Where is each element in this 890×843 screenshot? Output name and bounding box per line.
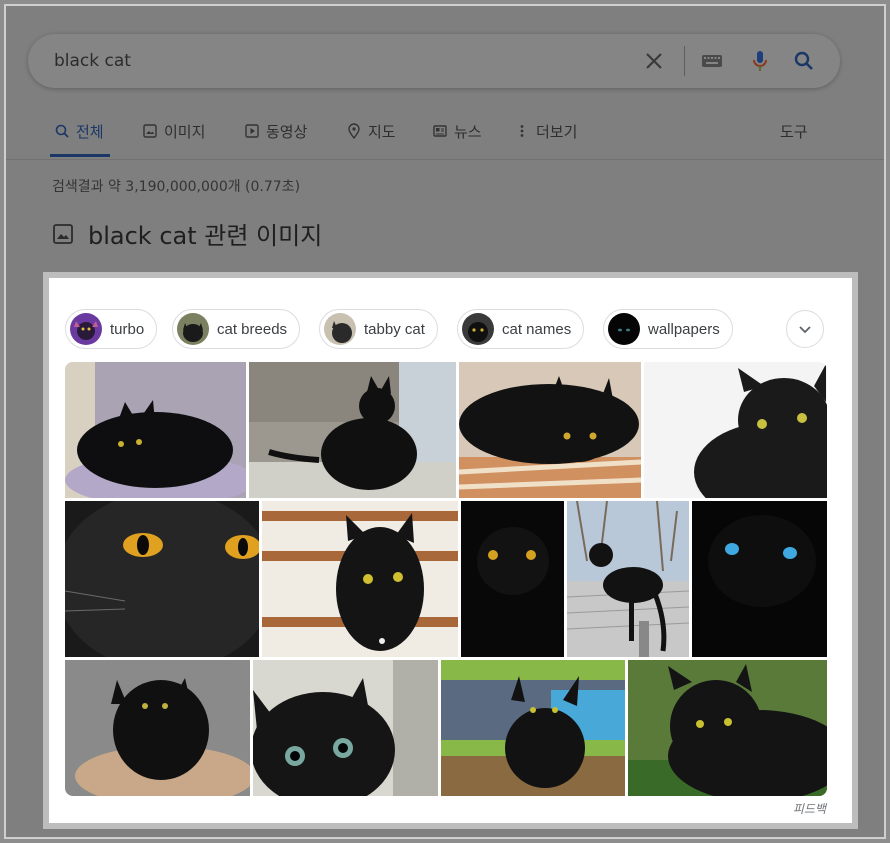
- tab-all[interactable]: 전체: [54, 118, 104, 144]
- chip-cat-breeds[interactable]: cat breeds: [172, 309, 301, 349]
- chip-turbo[interactable]: turbo: [65, 309, 158, 349]
- tab-label: 이미지: [164, 122, 206, 141]
- tab-news[interactable]: 뉴스: [432, 118, 482, 144]
- chip-thumbnail: [324, 313, 356, 345]
- chip-label: wallpapers: [648, 320, 720, 338]
- microphone-icon[interactable]: [748, 49, 772, 73]
- chip-thumbnail: [462, 313, 494, 345]
- browser-frame: black cat 전체 이미지 동영상 지도 뉴스 더보기 도구 검색결과 약…: [4, 4, 886, 839]
- image-result[interactable]: [644, 362, 827, 498]
- image-grid: [65, 362, 827, 796]
- image-result[interactable]: [628, 660, 827, 796]
- chip-label: cat names: [502, 320, 572, 338]
- chip-label: tabby cat: [364, 320, 425, 338]
- chip-tabby-cat[interactable]: tabby cat: [319, 309, 438, 349]
- more-icon: [520, 125, 524, 137]
- keyboard-icon[interactable]: [700, 49, 724, 73]
- tab-more[interactable]: 더보기: [514, 118, 577, 144]
- clear-icon[interactable]: [642, 49, 666, 73]
- video-icon: [245, 124, 259, 138]
- tab-label: 전체: [76, 122, 104, 141]
- images-section-heading: black cat 관련 이미지: [52, 216, 322, 251]
- tab-label: 뉴스: [454, 122, 482, 141]
- tools-label: 도구: [780, 122, 808, 141]
- search-input[interactable]: black cat: [54, 51, 131, 71]
- image-results-panel: turbo cat breeds tabby cat cat names wal…: [43, 272, 858, 829]
- tools-button[interactable]: 도구: [780, 118, 808, 144]
- chip-thumbnail: [70, 313, 102, 345]
- image-result[interactable]: [65, 501, 259, 657]
- tab-label: 지도: [368, 122, 396, 141]
- image-result[interactable]: [441, 660, 625, 796]
- chip-cat-names[interactable]: cat names: [457, 309, 585, 349]
- feedback-link[interactable]: 피드백: [793, 800, 826, 817]
- chip-label: cat breeds: [217, 320, 288, 338]
- search-icon[interactable]: [792, 49, 816, 73]
- image-result[interactable]: [459, 362, 641, 498]
- tab-label: 더보기: [536, 122, 578, 141]
- chip-thumbnail: [177, 313, 209, 345]
- tab-videos[interactable]: 동영상: [244, 118, 307, 144]
- search-icon: [55, 124, 69, 138]
- tab-label: 동영상: [266, 122, 308, 141]
- tab-maps[interactable]: 지도: [346, 118, 396, 144]
- image-result[interactable]: [65, 660, 250, 796]
- chevron-down-icon: [799, 326, 811, 334]
- image-icon: [53, 223, 73, 244]
- image-result[interactable]: [262, 501, 458, 657]
- chip-wallpapers[interactable]: wallpapers: [603, 309, 733, 349]
- tabs-divider: [6, 159, 884, 160]
- images-section-title[interactable]: black cat 관련 이미지: [88, 216, 322, 251]
- search-box-divider: [684, 46, 685, 76]
- image-result[interactable]: [249, 362, 456, 498]
- result-stats: 검색결과 약 3,190,000,000개 (0.77초): [52, 179, 301, 195]
- image-result[interactable]: [253, 660, 438, 796]
- map-pin-icon: [348, 123, 360, 139]
- image-icon: [143, 124, 157, 138]
- image-result[interactable]: [692, 501, 827, 657]
- expand-chips-button[interactable]: [786, 310, 824, 348]
- image-result[interactable]: [65, 362, 246, 498]
- chip-label: turbo: [110, 320, 145, 338]
- news-icon: [433, 125, 447, 137]
- chip-thumbnail: [608, 313, 640, 345]
- image-result[interactable]: [461, 501, 564, 657]
- image-result[interactable]: [567, 501, 689, 657]
- active-tab-indicator: [50, 154, 110, 157]
- search-box[interactable]: black cat: [28, 34, 840, 88]
- tab-images[interactable]: 이미지: [142, 118, 205, 144]
